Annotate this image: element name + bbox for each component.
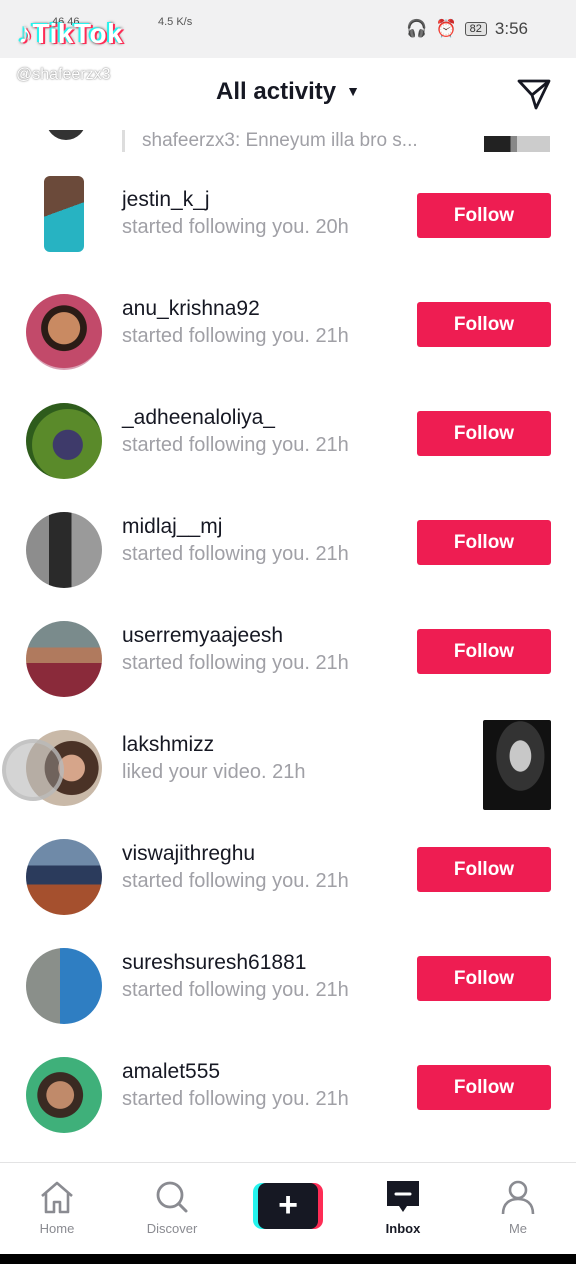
activity-text: started following you. 21h [122, 543, 349, 565]
status-icons: 🎧 ⏰ 82 3:56 [406, 19, 528, 39]
home-icon [41, 1181, 73, 1214]
avatar[interactable] [26, 621, 102, 697]
avatar[interactable] [46, 130, 86, 140]
follow-button[interactable]: Follow [417, 847, 551, 892]
nav-label: Inbox [385, 1221, 421, 1236]
activity-text: started following you. 21h [122, 652, 349, 674]
nav-label: Home [39, 1221, 75, 1236]
list-item[interactable]: _adheenaloliya_ started following you. 2… [0, 380, 576, 489]
activity-text: started following you. 21h [122, 325, 349, 347]
inbox-icon [387, 1181, 419, 1212]
search-icon [156, 1181, 188, 1213]
username[interactable]: anu_krishna92 [122, 297, 260, 321]
alarm-icon: ⏰ [435, 19, 457, 38]
list-item[interactable]: viswajithreghu started following you. 21… [0, 816, 576, 925]
video-thumbnail[interactable] [483, 720, 551, 810]
list-item[interactable]: jestin_k_j started following you. 20h Fo… [0, 162, 576, 271]
list-item[interactable]: sureshsuresh61881 started following you.… [0, 925, 576, 1034]
system-nav-bar [0, 1254, 576, 1264]
nav-me[interactable]: Me [473, 1179, 563, 1236]
tiktok-watermark: ♪TikTok [18, 18, 123, 50]
quote-bar [122, 130, 125, 152]
nav-label: Discover [146, 1221, 198, 1236]
activity-text: started following you. 21h [122, 979, 349, 1001]
nav-home[interactable]: Home [12, 1179, 102, 1236]
avatar[interactable] [26, 403, 102, 479]
username[interactable]: jestin_k_j [122, 188, 210, 212]
activity-text: started following you. 21h [122, 434, 349, 456]
username[interactable]: _adheenaloliya_ [122, 406, 275, 430]
activity-text: started following you. 20h [122, 216, 349, 238]
tiktok-logo-icon: ♪ [18, 18, 33, 49]
avatar[interactable] [26, 839, 102, 915]
page-title: All activity [216, 78, 337, 105]
list-item[interactable]: amalet555 started following you. 21h Fol… [0, 1034, 576, 1143]
follow-button[interactable]: Follow [417, 411, 551, 456]
nav-discover[interactable]: Discover [127, 1179, 217, 1236]
follow-button[interactable]: Follow [417, 193, 551, 238]
follow-button[interactable]: Follow [417, 629, 551, 674]
nav-label: Me [508, 1221, 528, 1236]
list-item[interactable]: lakshmizz liked your video. 21h [0, 707, 576, 816]
activity-list[interactable]: shafeerzx3: Enneyum illa bro s... jestin… [0, 130, 576, 1162]
username[interactable]: sureshsuresh61881 [122, 951, 306, 975]
touch-indicator [2, 739, 64, 801]
direct-message-icon[interactable] [516, 76, 552, 112]
list-item[interactable]: anu_krishna92 started following you. 21h… [0, 271, 576, 380]
username[interactable]: amalet555 [122, 1060, 220, 1084]
follow-button[interactable]: Follow [417, 1065, 551, 1110]
video-thumbnail[interactable] [484, 136, 550, 152]
list-item[interactable]: userremyaajeesh started following you. 2… [0, 598, 576, 707]
username[interactable]: midlaj__mj [122, 515, 222, 539]
avatar[interactable] [44, 176, 84, 252]
comment-preview: shafeerzx3: Enneyum illa bro s... [142, 130, 418, 151]
profile-icon [501, 1180, 535, 1215]
bottom-nav: Home Discover + Inbox Me [0, 1162, 576, 1265]
username[interactable]: userremyaajeesh [122, 624, 283, 648]
network-speed: 4.5 K/s [158, 16, 193, 28]
create-button[interactable]: + [253, 1183, 323, 1229]
avatar[interactable] [26, 294, 102, 370]
follow-button[interactable]: Follow [417, 956, 551, 1001]
list-item[interactable]: midlaj__mj started following you. 21h Fo… [0, 489, 576, 598]
list-item-partial[interactable]: shafeerzx3: Enneyum illa bro s... [0, 130, 576, 158]
activity-text: liked your video. 21h [122, 761, 306, 783]
battery-indicator: 82 [464, 22, 487, 36]
username[interactable]: lakshmizz [122, 733, 214, 757]
avatar[interactable] [26, 948, 102, 1024]
caret-down-icon: ▼ [346, 83, 360, 99]
follow-button[interactable]: Follow [417, 520, 551, 565]
follow-button[interactable]: Follow [417, 302, 551, 347]
username[interactable]: viswajithreghu [122, 842, 255, 866]
activity-text: started following you. 21h [122, 870, 349, 892]
avatar[interactable] [26, 512, 102, 588]
activity-text: started following you. 21h [122, 1088, 349, 1110]
headphones-icon: 🎧 [406, 19, 428, 38]
clock: 3:56 [494, 19, 528, 38]
plus-icon: + [258, 1183, 318, 1229]
watermark-brand: TikTok [32, 18, 124, 49]
nav-inbox[interactable]: Inbox [358, 1179, 448, 1236]
avatar[interactable] [26, 1057, 102, 1133]
watermark-handle: @shafeerzx3 [16, 66, 111, 83]
